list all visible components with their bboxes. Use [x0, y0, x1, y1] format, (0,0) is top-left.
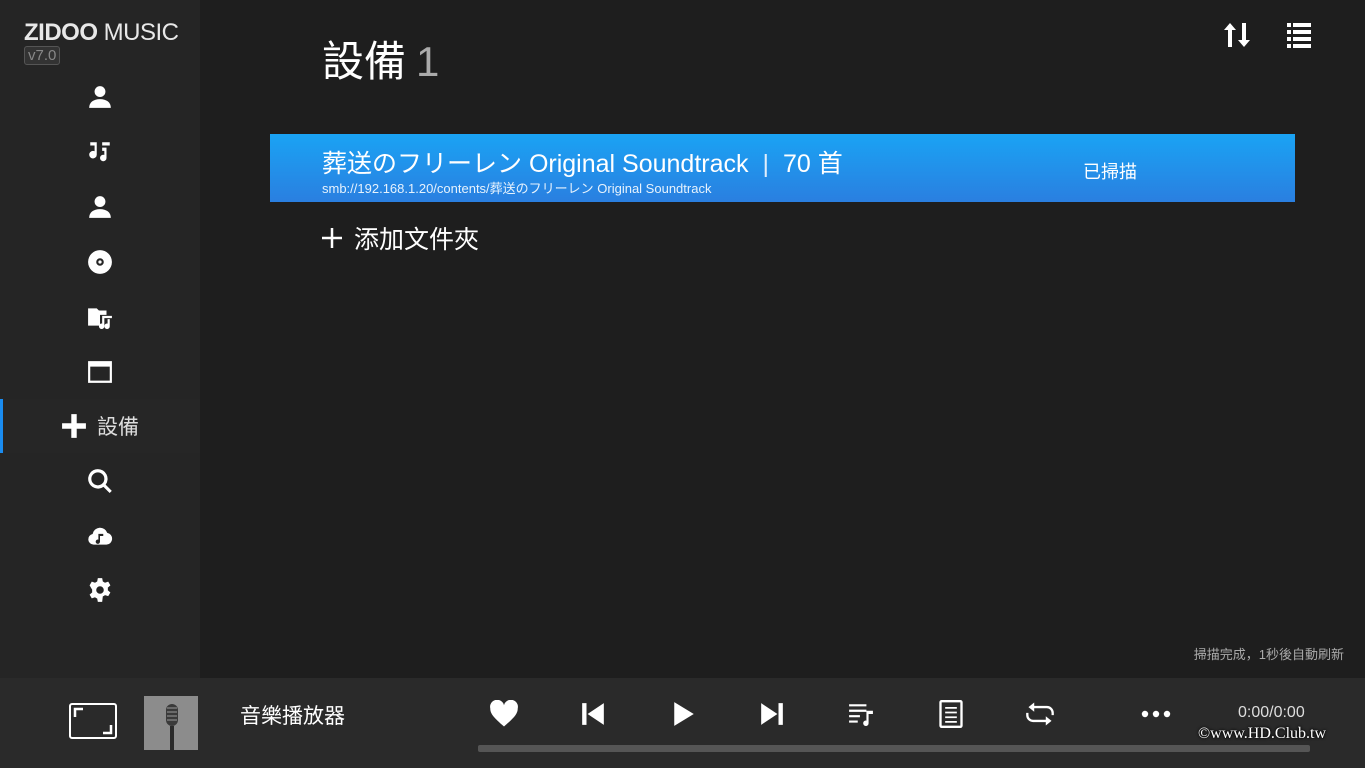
logo-main: ZIDOO	[24, 19, 98, 46]
progress-bar[interactable]	[478, 745, 1310, 752]
version-badge: v7.0	[24, 46, 61, 65]
logo-sub: MUSIC	[103, 19, 179, 46]
sidebar-item-artists[interactable]	[0, 180, 200, 234]
watermark: ©www.HD.Club.tw	[1198, 725, 1327, 742]
sidebar-item-cloud[interactable]	[0, 509, 200, 563]
album-art[interactable]	[144, 696, 198, 750]
sort-arrows-icon	[1224, 23, 1250, 47]
sort-button[interactable]	[1222, 20, 1252, 50]
play-button[interactable]	[666, 696, 702, 732]
window-icon	[88, 361, 112, 383]
scan-status-text: 掃描完成，1秒後自動刷新	[1193, 647, 1344, 662]
lyrics-button[interactable]	[933, 696, 969, 732]
fullscreen-button[interactable]	[68, 702, 118, 740]
next-button[interactable]	[754, 696, 790, 732]
heart-icon	[490, 700, 518, 727]
sidebar: ZIDOO MUSIC v7.0 設備	[0, 0, 200, 678]
page-title: 設備 1	[322, 28, 439, 89]
music-folder-icon	[88, 308, 112, 329]
play-icon	[674, 702, 694, 726]
artist-icon	[89, 196, 111, 218]
sidebar-item-playlists[interactable]	[0, 345, 200, 399]
skip-previous-icon	[582, 703, 604, 725]
list-icon	[1287, 23, 1311, 48]
player-bar: 音樂播放器 0:00/0:00 ©www.HD.Club.tw	[0, 678, 1365, 768]
person-icon	[89, 86, 111, 108]
folder-row[interactable]: 葬送のフリーレン Original Soundtrack | 70 首 smb://…	[270, 134, 1295, 202]
list-view-button[interactable]	[1284, 20, 1314, 50]
plus-icon	[322, 228, 342, 248]
sidebar-item-folders[interactable]	[0, 290, 200, 344]
sidebar-item-label: 設備	[97, 416, 139, 439]
page-title-text: 設備	[322, 38, 407, 85]
folder-title: 葬送のフリーレン Original Soundtrack | 70 首	[322, 144, 843, 180]
folder-name: 葬送のフリーレン Original Soundtrack	[322, 150, 749, 178]
search-icon	[88, 469, 112, 494]
previous-button[interactable]	[575, 696, 611, 732]
sidebar-item-devices[interactable]: 設備	[0, 399, 200, 453]
microphone-icon	[144, 696, 198, 750]
favorite-button[interactable]	[486, 696, 522, 732]
repeat-icon	[1026, 702, 1054, 726]
more-horizontal-icon	[1141, 710, 1171, 718]
sidebar-item-profile[interactable]	[0, 70, 200, 124]
cloud-music-icon	[88, 527, 113, 545]
music-note-icon	[89, 142, 110, 162]
add-folder-label: 添加文件夾	[354, 226, 480, 254]
fullscreen-icon	[69, 703, 117, 739]
device-count: 1	[416, 38, 440, 85]
scan-status-badge: 已掃描	[1083, 162, 1137, 182]
disc-icon	[88, 250, 112, 274]
queue-button[interactable]	[843, 696, 879, 732]
sidebar-item-songs[interactable]	[0, 125, 200, 179]
folder-track-count: 70 首	[783, 150, 843, 178]
folder-separator: |	[762, 150, 770, 178]
repeat-button[interactable]	[1022, 696, 1058, 732]
plus-icon	[62, 414, 86, 438]
sidebar-item-settings[interactable]	[0, 563, 200, 617]
sidebar-item-search[interactable]	[0, 454, 200, 508]
track-title: 音樂播放器	[240, 705, 345, 728]
more-button[interactable]	[1138, 696, 1174, 732]
folder-path: smb://192.168.1.20/contents/葬送のフリーレン Ori…	[322, 181, 712, 196]
document-icon	[939, 700, 963, 728]
add-folder-button[interactable]: 添加文件夾	[320, 220, 479, 256]
queue-music-icon	[849, 704, 873, 726]
gear-icon	[89, 578, 111, 602]
skip-next-icon	[761, 703, 783, 725]
playback-time: 0:00/0:00	[1238, 704, 1305, 721]
app-logo: ZIDOO MUSIC v7.0	[24, 20, 179, 65]
sidebar-item-albums[interactable]	[0, 235, 200, 289]
